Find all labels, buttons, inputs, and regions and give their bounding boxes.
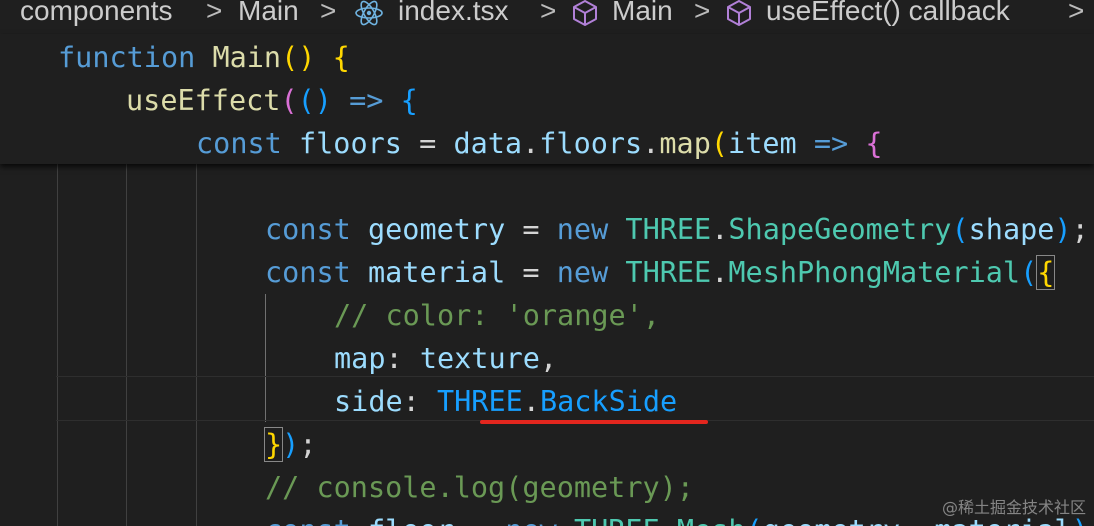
token-namespace: THREE [625, 256, 712, 289]
token-property: floors [539, 127, 643, 160]
token-semicolon: ; [299, 428, 317, 461]
token-variable: geometry [367, 213, 506, 246]
token-dot: . [711, 256, 729, 289]
breadcrumb-separator: > [540, 0, 557, 26]
cube-symbol-icon [724, 0, 754, 34]
token-brace-matched: } [263, 427, 284, 462]
indent-guide [126, 164, 127, 526]
token-dot: . [660, 514, 677, 526]
token-variable: shape [968, 213, 1055, 246]
breadcrumb-separator: > [694, 0, 711, 26]
token-paren: ( [280, 84, 298, 117]
token-paren: () [297, 84, 332, 117]
token-variable: floor [368, 514, 454, 526]
token-keyword: new [556, 213, 609, 246]
token-parameter: item [728, 127, 797, 160]
token-paren: ( [746, 514, 763, 526]
code-line-close-material[interactable]: }); [263, 423, 317, 466]
token-keyword: function [58, 41, 196, 74]
token-dot: . [642, 127, 660, 160]
token-variable: floors [298, 127, 402, 160]
token-keyword: const [265, 514, 351, 526]
token-brace-matched: { [1036, 255, 1056, 290]
token-comment: // color: 'orange', [334, 299, 661, 332]
code-line-map[interactable]: map: texture, [334, 337, 557, 380]
token-variable: data [453, 127, 523, 160]
watermark: @稀土掘金技术社区 [941, 498, 1086, 517]
token-keyword: const [265, 256, 351, 289]
token-brace: { [400, 84, 418, 117]
token-property: BackSide [539, 385, 678, 418]
token-operator: = [522, 213, 540, 246]
token-class: Mesh [677, 514, 746, 526]
red-underline-annotation [480, 420, 708, 424]
breadcrumb: components > Main > index.tsx > Main > u… [0, 0, 1094, 34]
token-paren: ( [1020, 256, 1038, 289]
breadcrumb-separator: > [1068, 0, 1085, 26]
token-dot: . [711, 213, 729, 246]
token-class: ShapeGeometry [728, 213, 952, 246]
sticky-line-use-effect[interactable]: useEffect(() => { [126, 79, 418, 122]
code-line-comment-color[interactable]: // color: 'orange', [334, 294, 660, 337]
token-colon: : [402, 385, 420, 418]
token-brace: { [865, 127, 883, 160]
token-namespace: THREE [574, 514, 660, 526]
code-line-geometry[interactable]: const geometry = new THREE.ShapeGeometry… [265, 208, 1089, 251]
token-operator: = [419, 127, 437, 160]
token-variable: material [367, 256, 506, 289]
breadcrumb-separator: > [206, 0, 223, 26]
code-editor[interactable]: const geometry = new THREE.ShapeGeometry… [0, 164, 1094, 526]
token-comment: // console.log(geometry); [265, 471, 694, 504]
token-class: MeshPhongMaterial [728, 256, 1021, 289]
token-semicolon: ; [1071, 213, 1089, 246]
breadcrumb-item-callback[interactable]: useEffect() callback [766, 0, 1010, 28]
token-namespace: THREE [436, 385, 523, 418]
token-operator: = [522, 256, 540, 289]
token-brace: { [332, 41, 350, 74]
token-paren: ) [282, 428, 300, 461]
token-property: map [334, 342, 386, 375]
token-paren: ) [1054, 213, 1072, 246]
token-paren: ( [710, 127, 729, 160]
token-namespace: THREE [625, 213, 712, 246]
breadcrumb-item-main-folder[interactable]: Main [238, 0, 299, 28]
breadcrumb-separator: > [320, 0, 337, 26]
token-arrow: => [349, 84, 384, 117]
code-line-material[interactable]: const material = new THREE.MeshPhongMate… [265, 251, 1056, 294]
indent-guide [196, 164, 197, 526]
sticky-line-function-main[interactable]: function Main() { [58, 36, 350, 79]
sticky-line-floors-map[interactable]: const floors = data.floors.map(item => { [196, 122, 883, 165]
token-variable: texture [419, 342, 540, 375]
token-keyword: const [196, 127, 282, 160]
code-line-comment-console[interactable]: // console.log(geometry); [265, 466, 694, 509]
token-keyword: const [265, 213, 351, 246]
token-function-call: useEffect [126, 84, 281, 117]
indent-guide [57, 164, 58, 526]
token-dot: . [522, 385, 540, 418]
token-keyword: new [556, 256, 609, 289]
token-keyword: new [505, 514, 556, 526]
breadcrumb-item-components[interactable]: components [20, 0, 173, 28]
cube-symbol-icon [570, 0, 600, 34]
react-file-icon [354, 0, 384, 34]
breadcrumb-item-main-function[interactable]: Main [612, 0, 673, 28]
sticky-scroll-header[interactable]: function Main() { useEffect(() => { cons… [0, 34, 1094, 164]
token-paren: () [281, 41, 316, 74]
breadcrumb-item-file[interactable]: index.tsx [398, 0, 509, 28]
code-line-side[interactable]: side: THREE.BackSide [334, 380, 677, 423]
token-comma: , [539, 342, 558, 375]
token-function-name: Main [212, 41, 282, 74]
token-dot: . [522, 127, 540, 160]
token-paren: ( [951, 213, 969, 246]
token-colon: : [385, 342, 403, 375]
token-operator: = [471, 514, 488, 526]
token-property: side [334, 385, 403, 418]
token-arrow: => [813, 127, 849, 160]
token-method: map [659, 127, 711, 160]
